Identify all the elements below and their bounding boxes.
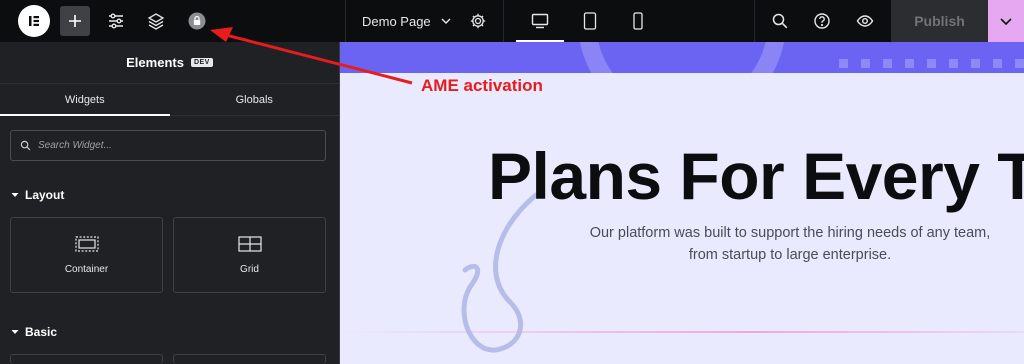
widget-container[interactable]: Container [10,217,163,293]
tab-globals[interactable]: Globals [170,84,340,115]
desktop-view-button[interactable] [516,0,564,42]
container-icon [74,235,99,252]
gear-icon [470,13,486,29]
widget-search [10,130,326,161]
eye-icon [856,15,874,27]
tablet-view-button[interactable] [566,0,614,42]
ame-lock-button[interactable] [182,6,212,36]
elements-panel: Elements DEV Widgets Globals Layout Cont… [0,42,339,364]
mobile-view-button[interactable] [614,0,662,42]
finder-button[interactable] [765,6,795,36]
annotation-label: AME activation [421,76,543,95]
widget-partial[interactable] [10,354,163,364]
preview-button[interactable] [850,6,880,36]
search-input[interactable] [38,140,298,151]
page-settings-button[interactable] [463,6,493,36]
page-name-dropdown[interactable]: Demo Page [362,0,453,42]
mobile-icon [633,12,643,30]
divider [754,0,755,42]
caret-down-icon [11,330,19,334]
publish-button[interactable]: Publish [891,0,988,42]
panel-title: Elements [126,55,184,70]
dev-badge: DEV [190,58,213,67]
tab-widgets[interactable]: Widgets [0,84,170,116]
plus-icon [69,15,81,27]
site-settings-button[interactable] [101,6,131,36]
layers-icon [147,13,165,30]
search-icon [20,140,31,151]
sliders-icon [109,13,123,29]
category-label: Layout [25,188,65,202]
category-label: Basic [25,325,58,339]
caret-down-icon [11,193,19,197]
add-element-button[interactable] [60,6,90,36]
panel-header: Elements DEV [0,42,339,84]
widget-label: Container [64,263,109,275]
panel-tabs: Widgets Globals [0,84,339,116]
decorative-shapes [579,42,1024,73]
divider [503,0,504,42]
tablet-icon [583,12,597,30]
section-divider [340,331,1024,333]
widget-partial[interactable] [173,354,326,364]
search-icon [772,13,788,29]
widget-grid[interactable]: Grid [173,217,326,293]
chevron-down-icon [441,18,451,24]
hero-band [340,42,1024,73]
hero-subtitle: Our platform was built to support the hi… [589,225,991,263]
help-icon [814,13,830,29]
category-basic[interactable]: Basic [11,325,57,339]
grid-icon [237,235,262,252]
divider [345,0,346,42]
publish-options-button[interactable] [988,0,1024,42]
structure-button[interactable] [141,6,171,36]
category-layout[interactable]: Layout [11,188,64,202]
hero-title: Plans For Every Tea [488,139,1024,213]
chevron-down-icon [1000,18,1012,26]
desktop-icon [531,13,549,29]
elementor-logo-icon[interactable] [18,5,50,37]
lock-icon [188,12,206,30]
page-name-label: Demo Page [362,13,431,29]
widget-label: Grid [240,263,259,275]
help-button[interactable] [807,6,837,36]
editor-top-bar: Demo Page Publish [0,0,1024,42]
